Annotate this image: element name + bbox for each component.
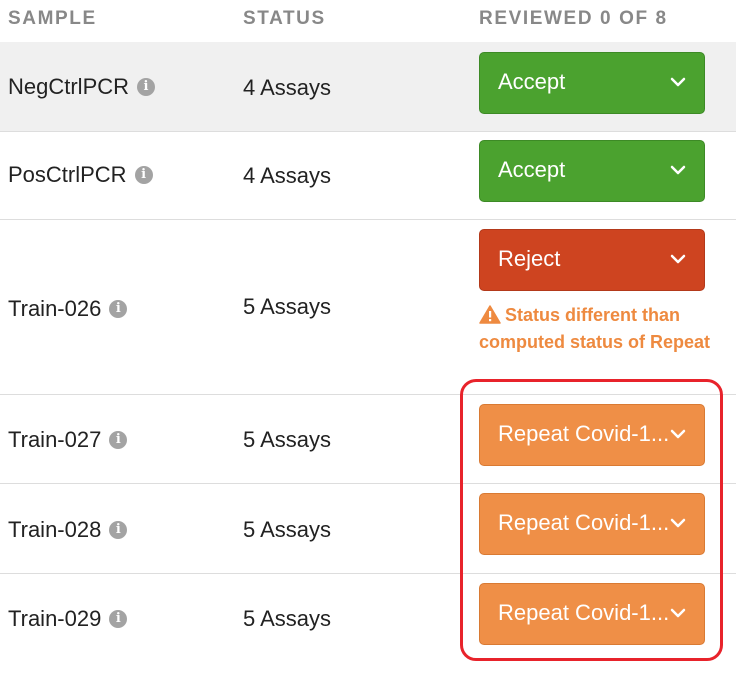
table-row: Train-029 i 5 Assays Repeat Covid-1... [0, 574, 736, 664]
sample-name: NegCtrlPCR i [8, 74, 156, 100]
status-cell: 4 Assays [243, 163, 332, 188]
decision-label: Repeat Covid-1... [498, 600, 670, 625]
decision-label: Accept [498, 157, 566, 182]
review-table: SAMPLE STATUS REVIEWED 0 OF 8 NegCtrlPCR… [0, 0, 736, 676]
info-icon[interactable]: i [109, 431, 128, 449]
sample-column-header: SAMPLE [8, 8, 97, 29]
info-icon[interactable]: i [137, 78, 156, 96]
table-row: Train-027 i 5 Assays Repeat Covid-1... [0, 395, 736, 484]
decision-dropdown[interactable]: Reject [479, 229, 705, 291]
chevron-down-icon [670, 518, 686, 528]
decision-label: Repeat Covid-1... [498, 421, 670, 446]
warning-text: Status different than computed status of… [479, 305, 711, 352]
sample-name-text: Train-029 [8, 606, 102, 631]
sample-name: Train-029 i [8, 606, 128, 632]
sample-name-text: Train-026 [8, 296, 102, 321]
sample-name: Train-026 i [8, 296, 128, 322]
decision-label: Repeat Covid-1... [498, 510, 670, 535]
sample-name: PosCtrlPCR i [8, 162, 153, 188]
status-mismatch-warning: Status different than computed status of… [479, 302, 714, 356]
chevron-down-icon [670, 429, 686, 439]
chevron-down-icon [670, 165, 686, 175]
status-cell: 5 Assays [243, 294, 332, 319]
decision-label: Reject [498, 246, 561, 271]
status-cell: 5 Assays [243, 606, 332, 631]
sample-name-text: Train-028 [8, 517, 102, 542]
decision-dropdown[interactable]: Repeat Covid-1... [479, 493, 705, 555]
table-row: Train-028 i 5 Assays Repeat Covid-1... [0, 484, 736, 574]
sample-name: Train-028 i [8, 517, 128, 543]
status-cell: 5 Assays [243, 517, 332, 542]
info-icon[interactable]: i [109, 610, 128, 628]
reviewed-count-header: REVIEWED 0 OF 8 [479, 8, 668, 29]
decision-dropdown[interactable]: Accept [479, 52, 705, 114]
sample-name-text: PosCtrlPCR [8, 162, 127, 187]
status-column-header: STATUS [243, 8, 326, 29]
sample-name: Train-027 i [8, 427, 128, 453]
chevron-down-icon [670, 608, 686, 618]
status-cell: 4 Assays [243, 75, 332, 100]
sample-name-text: Train-027 [8, 427, 102, 452]
table-header: SAMPLE STATUS REVIEWED 0 OF 8 [0, 0, 736, 42]
chevron-down-icon [670, 254, 686, 264]
table-row: PosCtrlPCR i 4 Assays Accept [0, 132, 736, 220]
sample-name-text: NegCtrlPCR [8, 74, 130, 99]
warning-triangle-icon [479, 305, 501, 324]
decision-dropdown[interactable]: Repeat Covid-1... [479, 404, 705, 466]
info-icon[interactable]: i [109, 300, 128, 318]
decision-label: Accept [498, 69, 566, 94]
status-cell: 5 Assays [243, 427, 332, 452]
table-row: NegCtrlPCR i 4 Assays Accept [0, 42, 736, 132]
decision-dropdown[interactable]: Repeat Covid-1... [479, 583, 705, 645]
chevron-down-icon [670, 77, 686, 87]
info-icon[interactable]: i [109, 521, 128, 539]
info-icon[interactable]: i [134, 166, 153, 184]
decision-dropdown[interactable]: Accept [479, 140, 705, 202]
